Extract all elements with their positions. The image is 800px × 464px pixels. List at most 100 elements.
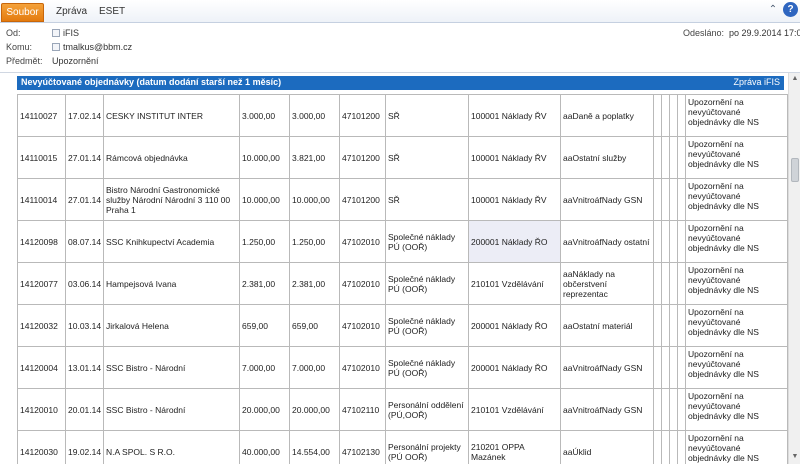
notice-text: Upozornění na nevyúčtované objednávky dl… bbox=[685, 262, 788, 305]
empty-cell bbox=[661, 136, 670, 179]
order-id: 14110027 bbox=[17, 94, 66, 137]
order-date: 08.07.14 bbox=[65, 220, 104, 263]
amount-ordered: 1.250,00 bbox=[239, 220, 290, 263]
empty-cell bbox=[653, 262, 662, 305]
empty-cell bbox=[677, 388, 686, 431]
order-id: 14120010 bbox=[17, 388, 66, 431]
order-date: 27.01.14 bbox=[65, 178, 104, 221]
empty-cell bbox=[677, 430, 686, 464]
empty-cell bbox=[677, 94, 686, 137]
empty-cell bbox=[653, 304, 662, 347]
department: Personální oddělení (PÚ,OOŘ) bbox=[385, 388, 469, 431]
collapse-ribbon-icon[interactable]: ⌃ bbox=[766, 3, 780, 17]
empty-cell bbox=[677, 262, 686, 305]
report-link[interactable]: Zpráva iFIS bbox=[733, 77, 780, 87]
amount-remaining: 1.250,00 bbox=[289, 220, 340, 263]
supplier-name: CESKY INSTITUT INTER bbox=[103, 94, 240, 137]
cost-category: aaDaně a poplatky bbox=[560, 94, 654, 137]
cost-center: 210101 Vzdělávání bbox=[468, 388, 561, 431]
notice-text: Upozornění na nevyúčtované objednávky dl… bbox=[685, 304, 788, 347]
table-row: 14120032 10.03.14 Jirkalová Helena 659,00 65… bbox=[17, 304, 788, 347]
account-code: 47102010 bbox=[339, 304, 386, 347]
supplier-name: SSC Bistro - Národní bbox=[103, 346, 240, 389]
order-date: 19.02.14 bbox=[65, 430, 104, 464]
cost-center: 100001 Náklady ŘV bbox=[468, 136, 561, 179]
account-code: 47101200 bbox=[339, 136, 386, 179]
ribbon: Soubor Zpráva ESET ⌃ ? bbox=[0, 0, 800, 23]
account-code: 47102010 bbox=[339, 346, 386, 389]
empty-cell bbox=[653, 346, 662, 389]
empty-cell bbox=[669, 262, 678, 305]
cost-category: aaÚklid bbox=[560, 430, 654, 464]
to-value[interactable]: tmalkus@bbm.cz bbox=[52, 42, 132, 52]
table-row: 14120004 13.01.14 SSC Bistro - Národní 7.00… bbox=[17, 346, 788, 389]
department: Společné náklady PÚ (OOŘ) bbox=[385, 262, 469, 305]
message-header: Od: iFIS Komu: tmalkus@bbm.cz Předmět: U… bbox=[0, 23, 800, 73]
cost-center: 200001 Náklady ŘO bbox=[468, 346, 561, 389]
supplier-name: Hampejsová Ivana bbox=[103, 262, 240, 305]
tab-message[interactable]: Zpráva bbox=[50, 4, 93, 19]
empty-cell bbox=[653, 136, 662, 179]
scroll-up-icon[interactable]: ▲ bbox=[791, 75, 799, 83]
from-value[interactable]: iFIS bbox=[52, 28, 79, 38]
empty-cell bbox=[661, 94, 670, 137]
to-label: Komu: bbox=[6, 42, 33, 52]
table-row: 14110015 27.01.14 Rámcová objednávka 10.000… bbox=[17, 136, 788, 179]
sent-label: Odesláno: bbox=[683, 28, 725, 38]
department: Personální projekty (PÚ OOŘ) bbox=[385, 430, 469, 464]
help-icon[interactable]: ? bbox=[783, 2, 798, 17]
cost-category: aaOstatní materiál bbox=[560, 304, 654, 347]
contact-checkbox-icon bbox=[52, 43, 60, 51]
order-id: 14120004 bbox=[17, 346, 66, 389]
tab-eset[interactable]: ESET bbox=[93, 4, 131, 19]
empty-cell bbox=[661, 430, 670, 464]
empty-cell bbox=[669, 388, 678, 431]
scrollbar-thumb[interactable] bbox=[791, 158, 799, 182]
empty-cell bbox=[661, 346, 670, 389]
supplier-name: Rámcová objednávka bbox=[103, 136, 240, 179]
empty-cell bbox=[669, 136, 678, 179]
empty-cell bbox=[677, 304, 686, 347]
department: Společné náklady PÚ (OOŘ) bbox=[385, 346, 469, 389]
notice-text: Upozornění na nevyúčtované objednávky dl… bbox=[685, 94, 788, 137]
account-code: 47102110 bbox=[339, 388, 386, 431]
order-date: 13.01.14 bbox=[65, 346, 104, 389]
empty-cell bbox=[669, 304, 678, 347]
cost-category: aaVnitroáfNady ostatní bbox=[560, 220, 654, 263]
empty-cell bbox=[669, 220, 678, 263]
cost-center: 100001 Náklady ŘV bbox=[468, 94, 561, 137]
vertical-scrollbar[interactable]: ▲ ▼ bbox=[788, 73, 800, 464]
contact-checkbox-icon bbox=[52, 29, 60, 37]
amount-ordered: 659,00 bbox=[239, 304, 290, 347]
empty-cell bbox=[653, 388, 662, 431]
empty-cell bbox=[661, 178, 670, 221]
empty-cell bbox=[677, 136, 686, 179]
notice-text: Upozornění na nevyúčtované objednávky dl… bbox=[685, 430, 788, 464]
cost-center: 200001 Náklady ŘO bbox=[468, 304, 561, 347]
empty-cell bbox=[661, 220, 670, 263]
table-row: 14110027 17.02.14 CESKY INSTITUT INTER 3.00… bbox=[17, 94, 788, 137]
empty-cell bbox=[669, 430, 678, 464]
cost-category: aaVnitroáfNady GSN bbox=[560, 178, 654, 221]
account-code: 47102010 bbox=[339, 220, 386, 263]
cost-center: 100001 Náklady ŘV bbox=[468, 178, 561, 221]
tab-file[interactable]: Soubor bbox=[1, 3, 44, 22]
cost-center: 210201 OPPA Mazánek bbox=[468, 430, 561, 464]
account-code: 47102010 bbox=[339, 262, 386, 305]
notice-text: Upozornění na nevyúčtované objednávky dl… bbox=[685, 346, 788, 389]
account-code: 47101200 bbox=[339, 178, 386, 221]
amount-remaining: 2.381,00 bbox=[289, 262, 340, 305]
scroll-down-icon[interactable]: ▼ bbox=[791, 453, 799, 461]
cost-category: aaVnitroáfNady GSN bbox=[560, 346, 654, 389]
amount-ordered: 2.381,00 bbox=[239, 262, 290, 305]
amount-ordered: 40.000,00 bbox=[239, 430, 290, 464]
message-body[interactable]: Nevyúčtované objednávky (datum dodání st… bbox=[0, 73, 788, 464]
order-date: 03.06.14 bbox=[65, 262, 104, 305]
amount-remaining: 10.000,00 bbox=[289, 178, 340, 221]
order-id: 14120030 bbox=[17, 430, 66, 464]
amount-remaining: 3.821,00 bbox=[289, 136, 340, 179]
account-code: 47102130 bbox=[339, 430, 386, 464]
empty-cell bbox=[653, 220, 662, 263]
order-date: 17.02.14 bbox=[65, 94, 104, 137]
amount-ordered: 10.000,00 bbox=[239, 178, 290, 221]
